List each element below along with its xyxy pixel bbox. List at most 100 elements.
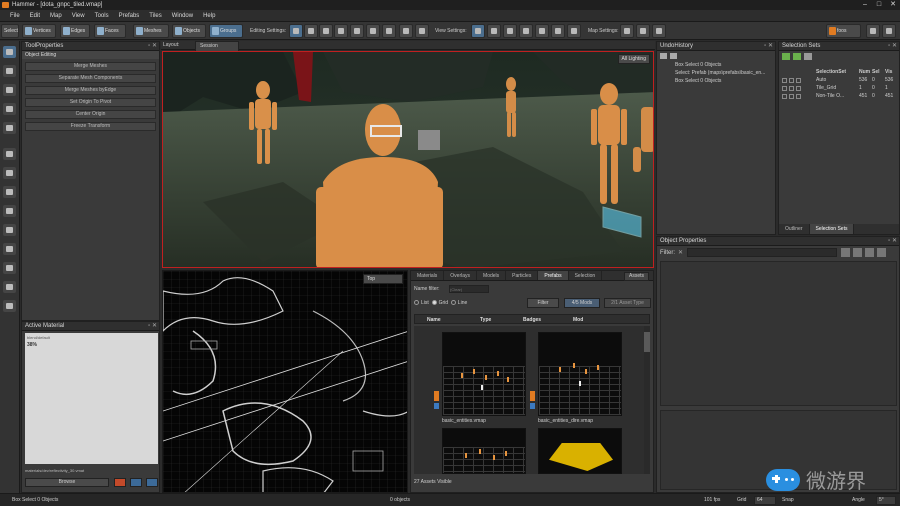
angle-select[interactable]: 5°	[876, 496, 896, 505]
align-icon[interactable]	[366, 24, 380, 38]
col-mod[interactable]: Mod	[573, 315, 583, 325]
pivot-icon[interactable]	[304, 24, 318, 38]
lighting-icon[interactable]	[471, 24, 485, 38]
toolbar-extra-icon[interactable]	[882, 24, 896, 38]
snap-toggle-icon[interactable]	[289, 24, 303, 38]
asset-type-button[interactable]: 2/1 Asset Type	[604, 298, 651, 308]
fog-icon[interactable]	[503, 24, 517, 38]
translate-tool-icon[interactable]	[3, 65, 16, 77]
objects-mode-button[interactable]: Objects	[172, 24, 206, 38]
paint-tool-icon[interactable]	[3, 243, 16, 255]
map-tiles-icon[interactable]	[636, 24, 650, 38]
tab-overlays[interactable]: Overlays	[444, 271, 478, 280]
polygon-tool-icon[interactable]	[3, 224, 16, 236]
lighting-dropdown[interactable]: All Lighting	[617, 54, 650, 64]
undo-item[interactable]: Select: Prefab (maps\prefabs\basic_en...	[675, 70, 765, 77]
property-option-icon[interactable]	[853, 248, 862, 257]
property-option-icon[interactable]	[877, 248, 886, 257]
panel-close-icon[interactable]: ▫ ✕	[764, 42, 773, 51]
list-radio[interactable]	[414, 300, 419, 306]
redo-icon[interactable]	[670, 53, 677, 59]
grid-radio[interactable]	[431, 300, 437, 306]
shadow-icon[interactable]	[519, 24, 533, 38]
tab-prefabs[interactable]: Prefabs	[538, 271, 569, 280]
center-origin-button[interactable]: Center Origin	[25, 110, 156, 119]
faces-mode-button[interactable]: Faces	[94, 24, 126, 38]
menu-edit[interactable]: Edit	[30, 13, 40, 19]
material-apply-icon[interactable]	[130, 478, 142, 487]
menu-tools[interactable]: Tools	[95, 13, 109, 19]
path-tool-icon[interactable]	[3, 281, 16, 293]
menu-file[interactable]: File	[10, 13, 20, 19]
asset-thumb[interactable]	[538, 428, 622, 474]
line-radio[interactable]	[450, 300, 456, 306]
undo-item[interactable]: Box Select 0 Objects	[675, 78, 721, 85]
asset-thumb-basic-entities-dire[interactable]	[538, 332, 622, 416]
freeze-transform-button[interactable]: Freeze Transform	[25, 122, 156, 131]
map-options-icon[interactable]	[652, 24, 666, 38]
close-icon[interactable]: ✕	[886, 0, 900, 10]
panel-close-icon[interactable]: ▫ ✕	[888, 237, 897, 246]
set-name[interactable]: Auto	[816, 77, 826, 84]
entity-tool-icon[interactable]	[3, 148, 16, 160]
extrude-icon[interactable]	[382, 24, 396, 38]
local-space-icon[interactable]	[319, 24, 333, 38]
tab-models[interactable]: Models	[477, 271, 507, 280]
scale-tool-icon[interactable]	[3, 103, 16, 115]
block-tool-icon[interactable]	[3, 167, 16, 179]
mirror-tool-icon[interactable]	[3, 205, 16, 217]
menu-help[interactable]: Help	[203, 13, 215, 19]
set-name[interactable]: Non-Tile O...	[816, 93, 844, 100]
asset-thumb-basic-entities[interactable]	[442, 332, 526, 416]
menu-map[interactable]: Map	[50, 13, 62, 19]
map-grid-icon[interactable]	[620, 24, 634, 38]
rotate-tool-icon[interactable]	[3, 84, 16, 96]
edges-mode-button[interactable]: Edges	[60, 24, 90, 38]
asset-scrollbar[interactable]	[644, 326, 650, 474]
col-badges[interactable]: Badges	[523, 315, 541, 325]
panel-close-icon[interactable]: ▫ ✕	[888, 42, 897, 51]
property-option-icon[interactable]	[841, 248, 850, 257]
set-origin-button[interactable]: Set Origin To Pivot	[25, 98, 156, 107]
user-button[interactable]: foos	[826, 24, 861, 38]
name-filter-input[interactable]	[449, 285, 489, 293]
texture-lock-icon[interactable]	[399, 24, 413, 38]
assets-dropdown[interactable]: Assets	[623, 272, 649, 281]
maximize-icon[interactable]: □	[872, 0, 886, 10]
menu-view[interactable]: View	[72, 13, 85, 19]
material-options-icon[interactable]	[146, 478, 158, 487]
panel-close-icon[interactable]: ▫ ✕	[148, 42, 157, 51]
transform-icon[interactable]	[350, 24, 364, 38]
tab-materials[interactable]: Materials	[411, 271, 445, 280]
pivot-tool-icon[interactable]	[3, 122, 16, 134]
select-tool-icon[interactable]	[3, 46, 16, 58]
minimize-icon[interactable]: –	[858, 0, 872, 10]
asset-thumb[interactable]	[442, 428, 526, 474]
tile-tool-icon[interactable]	[3, 300, 16, 312]
menu-prefabs[interactable]: Prefabs	[119, 13, 140, 19]
top-view-dropdown[interactable]: Top	[363, 274, 403, 284]
mods-button[interactable]: 4/5 Mods	[564, 298, 600, 308]
menu-window[interactable]: Window	[172, 13, 193, 19]
merge-by-edge-button[interactable]: Merge Meshes byEdge	[25, 86, 156, 95]
decal-tool-icon[interactable]	[3, 262, 16, 274]
top-viewport[interactable]: Top	[162, 270, 408, 493]
sound-icon[interactable]	[551, 24, 565, 38]
perspective-viewport[interactable]: All Lighting	[162, 51, 654, 268]
browse-button[interactable]: Browse	[25, 478, 109, 487]
tab-outliner[interactable]: Outliner	[779, 224, 810, 234]
camera-icon[interactable]	[415, 24, 429, 38]
property-filter-input[interactable]	[687, 248, 837, 257]
tab-selection-sets[interactable]: Selection Sets	[809, 224, 855, 234]
animate-icon[interactable]	[535, 24, 549, 38]
monitor-icon[interactable]	[567, 24, 581, 38]
clip-tool-icon[interactable]	[3, 186, 16, 198]
property-option-icon[interactable]	[865, 248, 874, 257]
tab-selection[interactable]: Selection	[569, 271, 603, 280]
merge-meshes-button[interactable]: Merge Meshes	[25, 62, 156, 71]
grid-size-select[interactable]: 64	[754, 496, 776, 505]
set-name[interactable]: Tile_Grid	[816, 85, 836, 92]
panel-close-icon[interactable]: ▫ ✕	[148, 322, 157, 331]
add-set-icon[interactable]	[782, 53, 790, 60]
col-type[interactable]: Type	[480, 315, 491, 325]
